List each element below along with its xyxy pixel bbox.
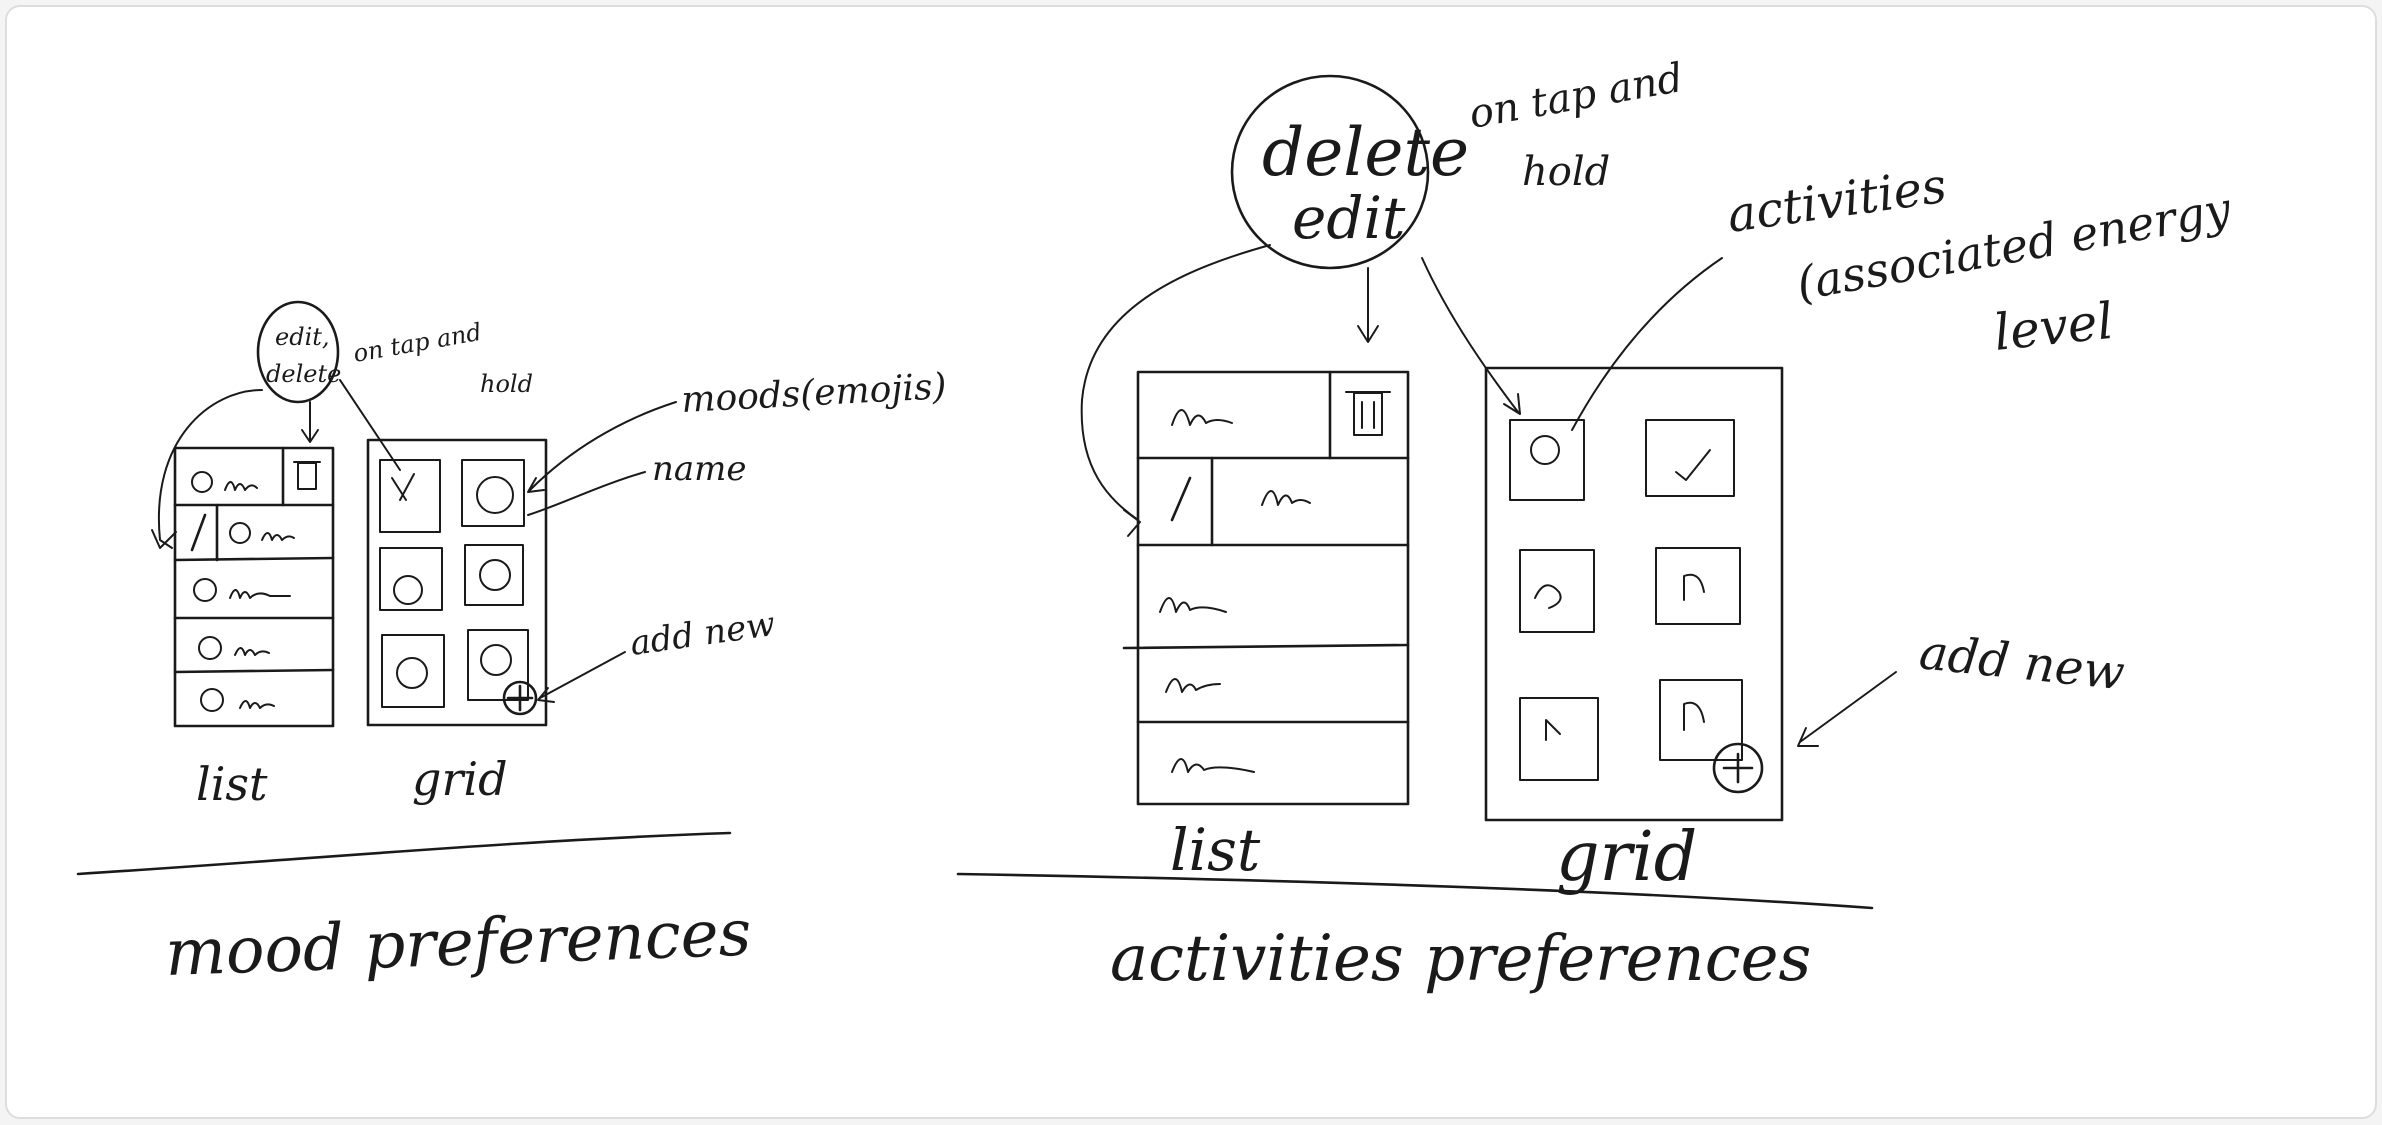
bubble-edit-label: edit, <box>275 323 330 351</box>
activity-list-caption: list <box>1170 816 1261 884</box>
bubble-edit-label: edit <box>1292 184 1406 252</box>
activities-preferences-title: activities preferences <box>1110 922 1811 996</box>
mood-grid-caption: grid <box>412 752 508 806</box>
bubble-delete-label: delete <box>266 360 341 388</box>
name-label: name <box>652 449 747 489</box>
hold-label: hold <box>480 370 533 398</box>
sketch-canvas: edit, delete on tap and hold moods(emoji… <box>5 5 2377 1119</box>
energy-level-label-2: level <box>1991 292 2116 362</box>
hold-label: hold <box>1522 149 1610 195</box>
bubble-delete-label: delete <box>1262 114 1469 191</box>
mood-list-caption: list <box>196 757 268 811</box>
activity-grid-caption: grid <box>1556 818 1697 897</box>
